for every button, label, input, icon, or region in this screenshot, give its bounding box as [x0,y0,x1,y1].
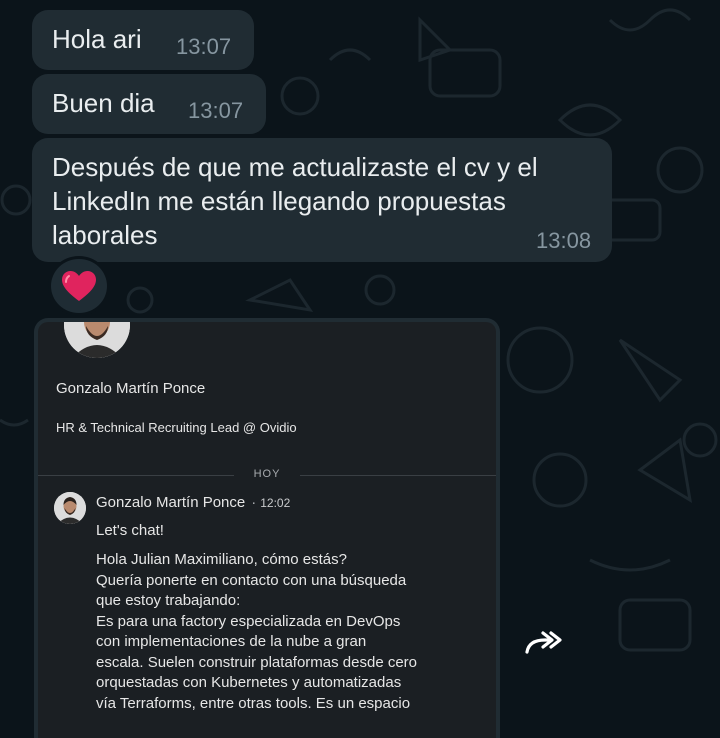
body-line: con implementaciones de la nube a gran [96,633,367,650]
avatar [64,322,130,358]
linkedin-screenshot: Gonzalo Martín Ponce HR & Technical Recr… [38,322,496,738]
message-time: 13:08 [536,228,592,253]
separator-dot: · [251,494,257,511]
forward-button[interactable] [514,614,572,672]
message-bubble[interactable]: Hola ari 13:07 [32,10,254,70]
message-time: 13:07 [188,98,244,123]
body-line: Quería ponerte en contacto con una búsqu… [96,571,407,589]
body-line: vía Terraforms, entre otras tools. Es un… [96,694,411,712]
image-message[interactable]: Gonzalo Martín Ponce HR & Technical Recr… [34,318,500,738]
message-bubble[interactable]: Después de que me actualizaste el cv y e… [32,138,612,262]
day-divider: HOY [38,468,496,482]
profile-headline: HR & Technical Recruiting Lead @ Ovidio [56,420,297,435]
message-text: Buen dia [52,88,155,118]
message-body: Hola Julian Maximiliano, cómo estás? Que… [96,550,486,714]
day-label: HOY [253,468,281,480]
red-heart-icon [62,271,96,301]
sender-avatar [54,492,86,524]
reaction-badge[interactable] [48,256,110,316]
divider-line [300,475,496,476]
message-time: 13:07 [176,34,232,59]
profile-name: Gonzalo Martín Ponce [56,380,206,397]
body-line: Hola Julian Maximiliano, cómo estás? [96,551,347,568]
body-line: escala. Suelen construir plataformas des… [96,653,418,671]
forward-icon [525,631,562,654]
message-bubble[interactable]: Buen dia 13:07 [32,74,266,134]
sender-line: Gonzalo Martín Ponce · 12:02 [96,494,290,511]
sender-time: 12:02 [260,496,291,510]
divider-line [38,475,234,476]
body-line: orquestadas con Kubernetes y automatizad… [96,674,402,691]
message-text: Hola ari [52,24,142,54]
sender-name: Gonzalo Martín Ponce [96,494,246,511]
body-line: Es para una factory especializada en Dev… [96,612,401,630]
message-text-line: Después de que me actualizaste el cv y e… [52,152,538,182]
message-subject: Let's chat! [96,522,164,539]
message-text-line: LinkedIn me están llegando propuestas [52,186,506,216]
message-text-line: laborales [52,220,158,250]
body-line: que estoy trabajando: [96,592,241,609]
